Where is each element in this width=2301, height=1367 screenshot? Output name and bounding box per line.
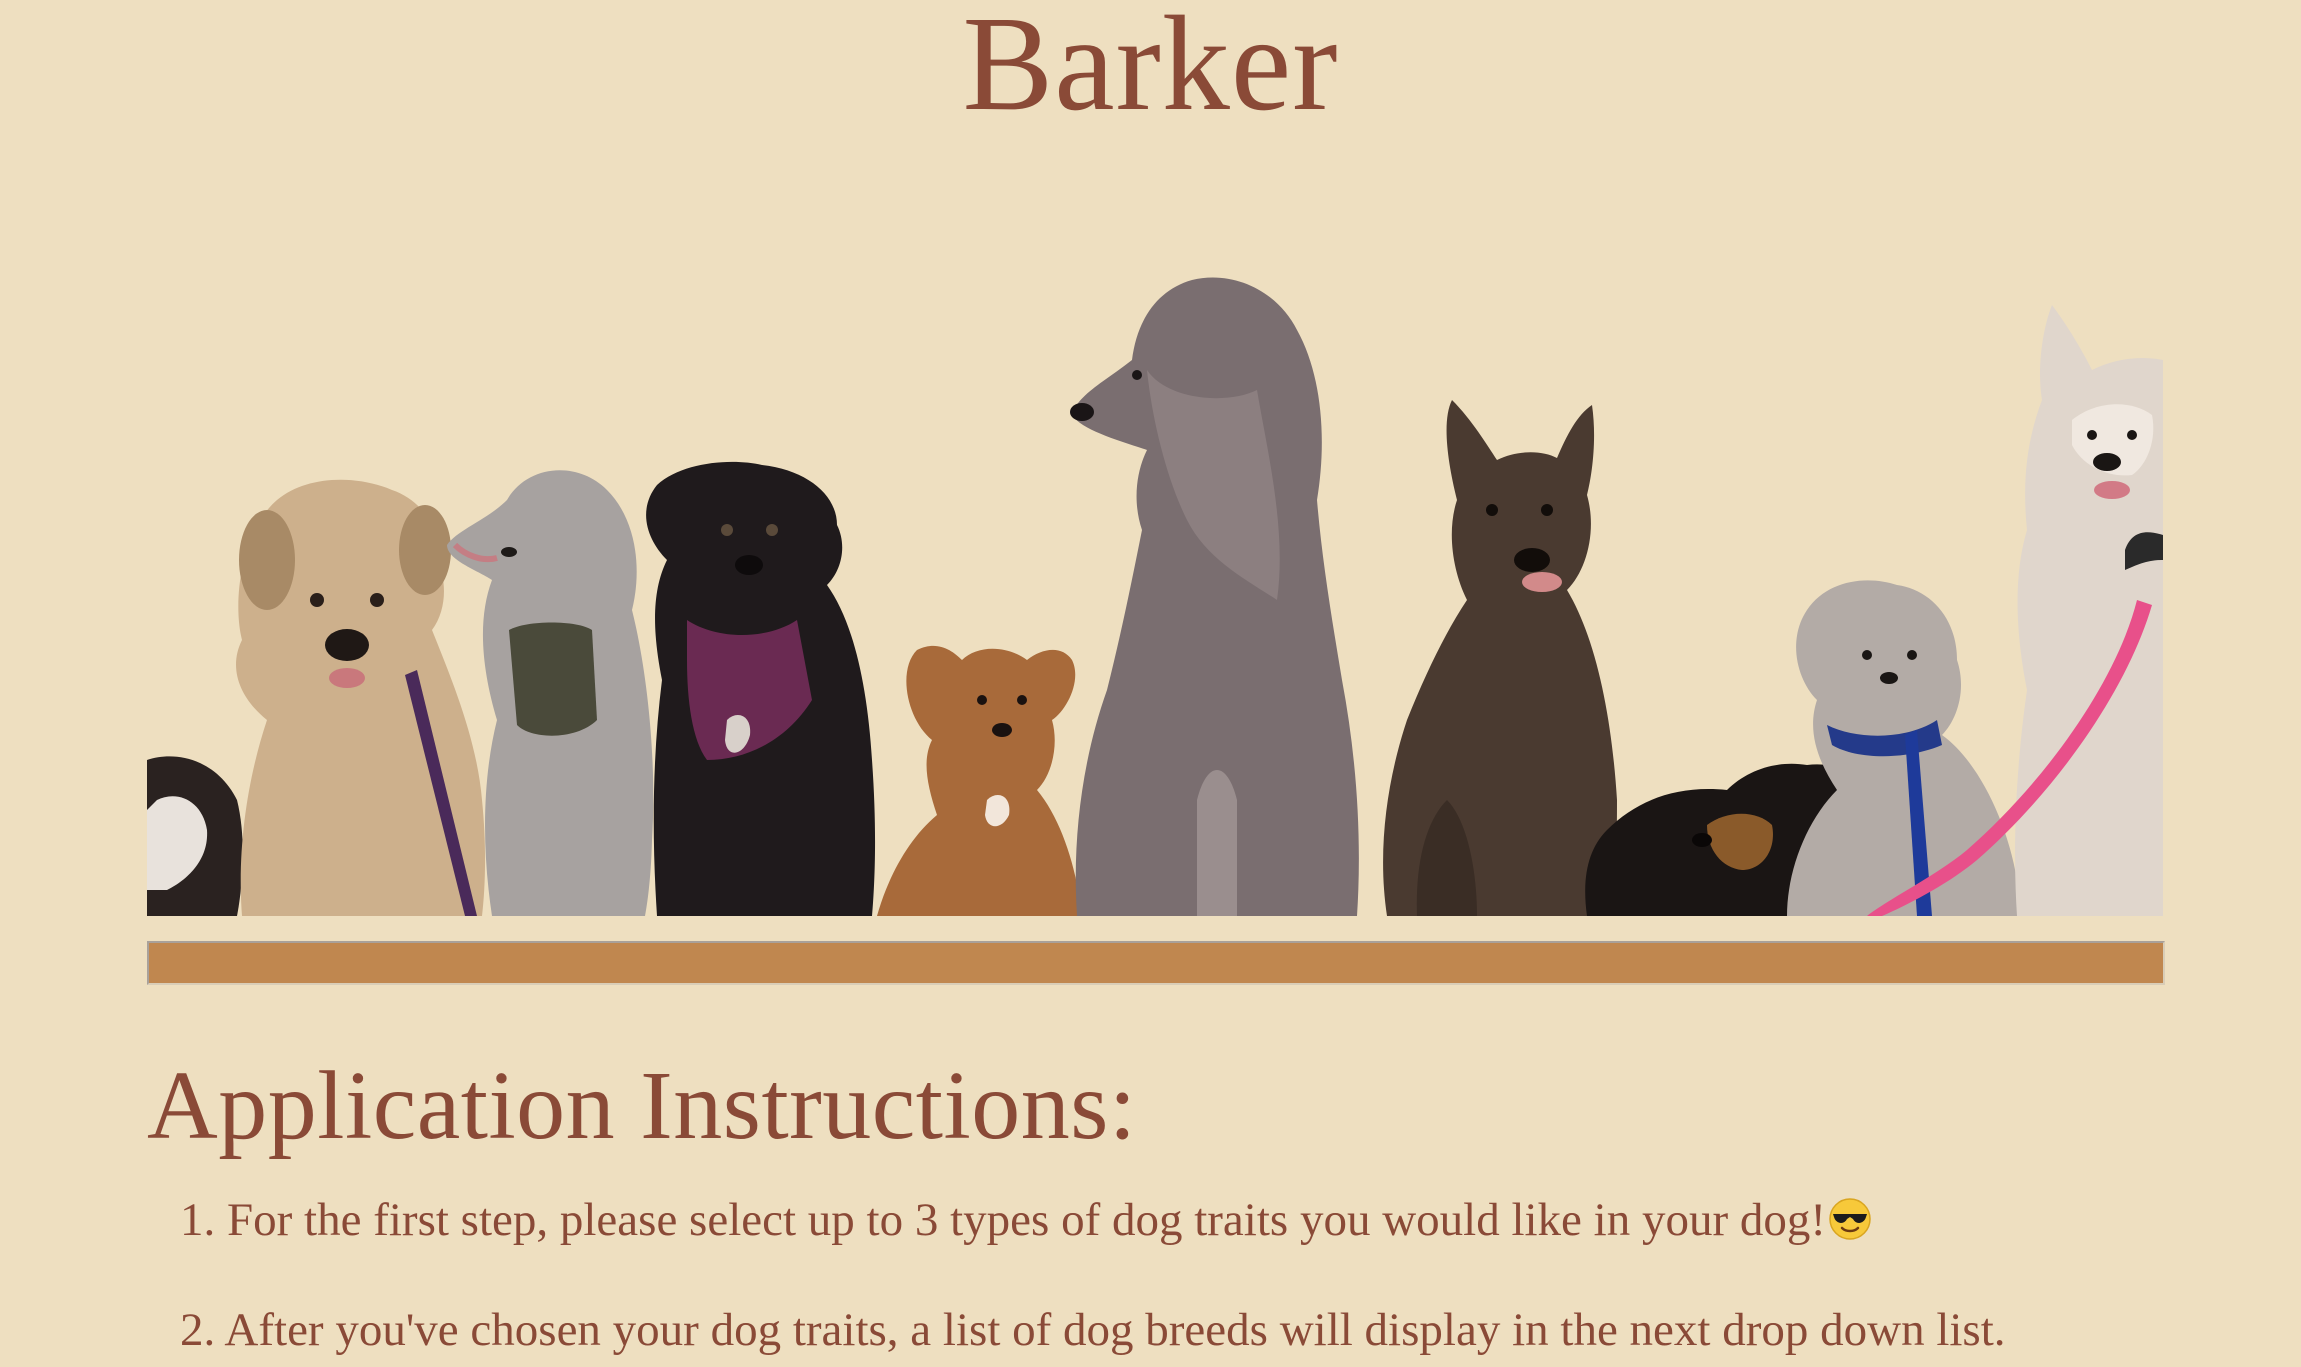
step-number: 1. bbox=[180, 1194, 216, 1246]
dog-partial-left bbox=[147, 756, 243, 916]
site-title: Barker bbox=[962, 0, 1339, 139]
instructions-heading: Application Instructions: bbox=[147, 1052, 1137, 1160]
instruction-step-1: 1. For the first step, please select up … bbox=[180, 1190, 1872, 1256]
dog-brindle-shepherd bbox=[1383, 400, 1617, 916]
step-number: 2. bbox=[180, 1304, 216, 1356]
dog-brown-mix bbox=[877, 645, 1082, 916]
step-text: After you've chosen your dog traits, a l… bbox=[224, 1304, 2006, 1356]
divider-bar bbox=[147, 941, 2165, 985]
dog-shih-tzu bbox=[1787, 580, 2020, 916]
sunglasses-emoji-icon bbox=[1828, 1196, 1872, 1256]
step-text: For the first step, please select up to … bbox=[227, 1194, 1827, 1246]
instruction-step-2: 2. After you've chosen your dog traits, … bbox=[180, 1300, 2006, 1360]
dog-standard-poodle bbox=[1070, 277, 1359, 916]
dog-black-lab bbox=[646, 461, 876, 916]
page: Barker Application Instructions: 1. For … bbox=[0, 0, 2301, 1367]
dog-lineup-photo bbox=[147, 200, 2163, 916]
